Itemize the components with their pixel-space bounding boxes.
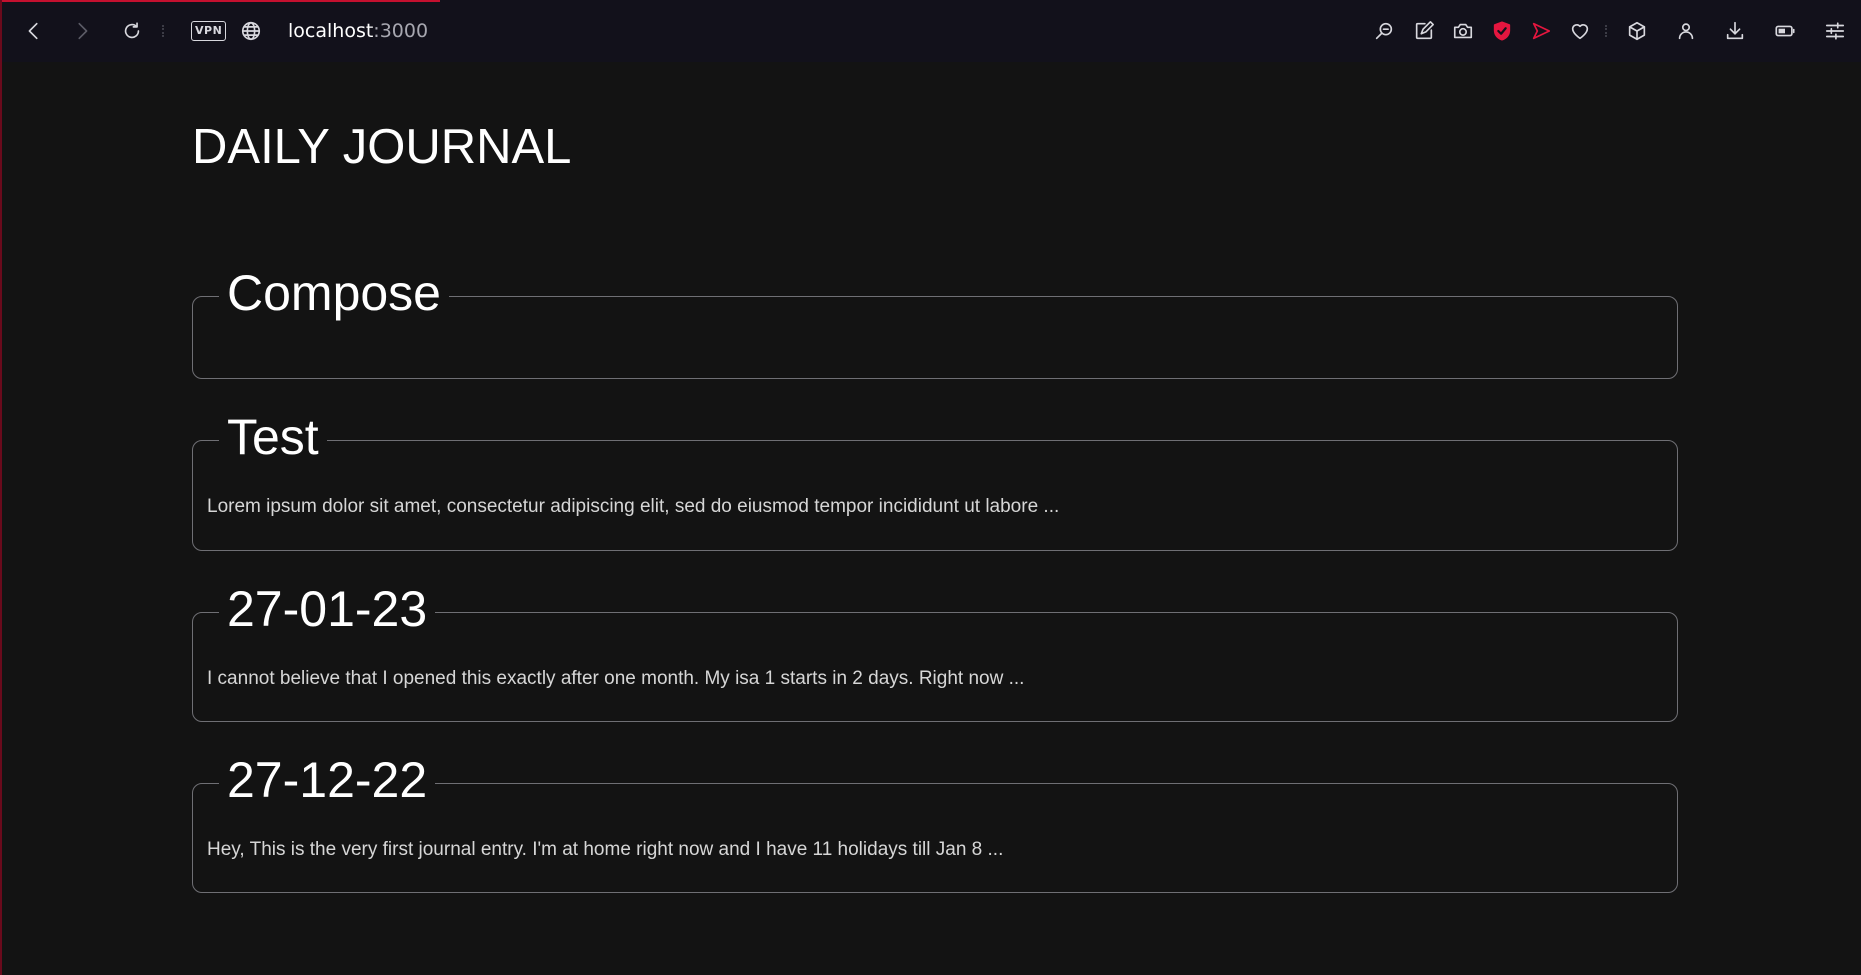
entry-excerpt: Lorem ipsum dolor sit amet, consectetur … — [207, 496, 1060, 517]
browser-toolbar: VPN localhost:3000 — [2, 0, 1861, 62]
entry-title[interactable]: 27-01-23 — [219, 578, 436, 640]
profile-icon[interactable] — [1672, 17, 1700, 45]
compose-title[interactable]: Compose — [219, 262, 449, 324]
entry-excerpt: Hey, This is the very first journal entr… — [207, 839, 1004, 860]
search-page-icon[interactable] — [1370, 17, 1398, 45]
vpn-badge[interactable]: VPN — [191, 21, 227, 41]
forward-icon[interactable] — [68, 17, 96, 45]
active-tab-accent — [2, 0, 440, 2]
easy-setup-icon[interactable] — [1821, 17, 1849, 45]
camera-icon[interactable] — [1449, 17, 1477, 45]
journal-entry[interactable]: 27-01-23 I cannot believe that I opened … — [192, 578, 1678, 722]
ad-block-shield-icon[interactable] — [1488, 17, 1516, 45]
globe-icon[interactable] — [237, 17, 265, 45]
snapshot-edit-icon[interactable] — [1410, 17, 1438, 45]
browser-window: VPN localhost:3000 DAILY JOURNAL Compose… — [0, 0, 1861, 975]
journal-entry[interactable]: 27-12-22 Hey, This is the very first jou… — [192, 749, 1678, 893]
toolbar-separator — [1605, 25, 1610, 37]
download-icon[interactable] — [1721, 17, 1749, 45]
send-flow-icon[interactable] — [1527, 17, 1555, 45]
entry-title[interactable]: 27-12-22 — [219, 749, 436, 811]
page-title: DAILY JOURNAL — [192, 120, 572, 174]
toolbar-separator — [162, 25, 167, 37]
address-bar[interactable]: localhost:3000 — [288, 18, 428, 44]
entry-excerpt: I cannot believe that I opened this exac… — [207, 668, 1025, 689]
entry-title[interactable]: Test — [219, 406, 327, 468]
back-icon[interactable] — [20, 17, 48, 45]
compose-link[interactable]: Compose — [192, 262, 1678, 379]
battery-saver-icon[interactable] — [1771, 17, 1799, 45]
cube-icon[interactable] — [1623, 17, 1651, 45]
url-host: localhost — [288, 20, 374, 42]
url-port: :3000 — [373, 20, 429, 42]
reload-icon[interactable] — [118, 17, 146, 45]
journal-entry[interactable]: Test Lorem ipsum dolor sit amet, consect… — [192, 406, 1678, 551]
heart-icon[interactable] — [1566, 17, 1594, 45]
